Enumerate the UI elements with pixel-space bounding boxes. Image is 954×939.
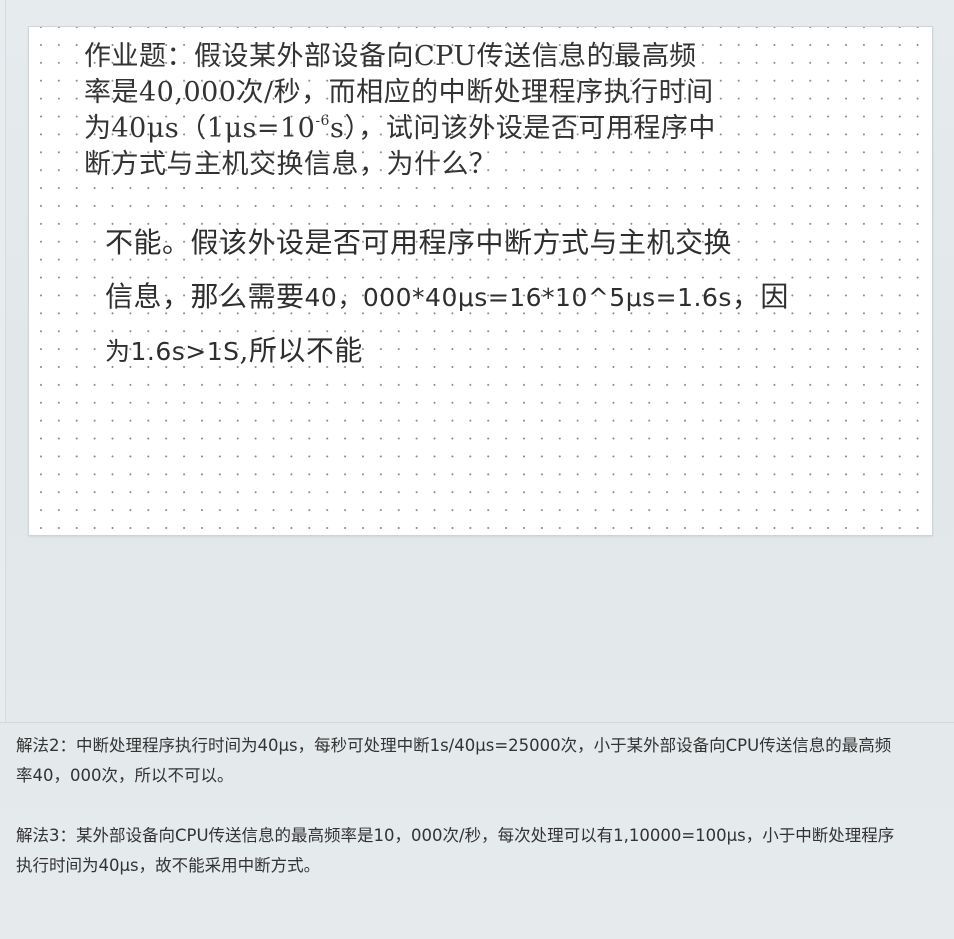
question-line-1: 作业题：假设某外部设备向CPU传送信息的最高频 (84, 41, 697, 72)
question-line-3-rest: s），试问该外设是否可用程序中 (329, 113, 716, 144)
slide-canvas[interactable]: 作业题：假设某外部设备向CPU传送信息的最高频 率是40,000次/秒，而相应的… (28, 26, 933, 536)
answer-line-2: 信息，那么需要40，000*40μs=16*10^5μs=1.6s，因 (105, 279, 789, 316)
left-panel-edge (0, 0, 6, 722)
note-method-2-line-1: 解法2：中断处理程序执行时间为40μs，每秒可处理中断1s/40μs=25000… (16, 736, 892, 755)
answer-line-2-rest: ，因 (731, 280, 789, 313)
answer-line-1: 不能。假该外设是否可用程序中断方式与主机交换 (105, 226, 733, 259)
speaker-notes[interactable]: 解法2：中断处理程序执行时间为40μs，每秒可处理中断1s/40μs=25000… (16, 731, 954, 881)
note-method-2-line-2: 率40，000次，所以不可以。 (16, 766, 234, 785)
question-line-3-text: 为40μs（1μs=10 (84, 113, 316, 144)
note-spacer (16, 791, 954, 821)
exponent: -6 (315, 113, 330, 129)
question-line-2: 率是40,000次/秒，而相应的中断处理程序执行时间 (84, 77, 714, 108)
question-line-4: 断方式与主机交换信息，为什么？ (84, 149, 497, 180)
question-line-3: 为40μs（1μs=10-6s），试问该外设是否可用程序中 (84, 111, 716, 147)
answer-comparison: 为1.6s>1S (105, 337, 240, 366)
answer-line-3: 为1.6s>1S,所以不能 (105, 333, 363, 370)
note-method-3-line-2: 执行时间为40μs，故不能采用中断方式。 (16, 856, 321, 875)
answer-line-2-text: 信息，那么需要 (105, 280, 305, 313)
answer-conclusion: ,所以不能 (239, 334, 363, 367)
note-method-3-line-1: 解法3：某外部设备向CPU传送信息的最高频率是10，000次/秒，每次处理可以有… (16, 826, 895, 845)
answer-calculation: 40，000*40μs=16*10^5μs=1.6s (304, 283, 732, 312)
notes-divider[interactable] (0, 722, 954, 723)
